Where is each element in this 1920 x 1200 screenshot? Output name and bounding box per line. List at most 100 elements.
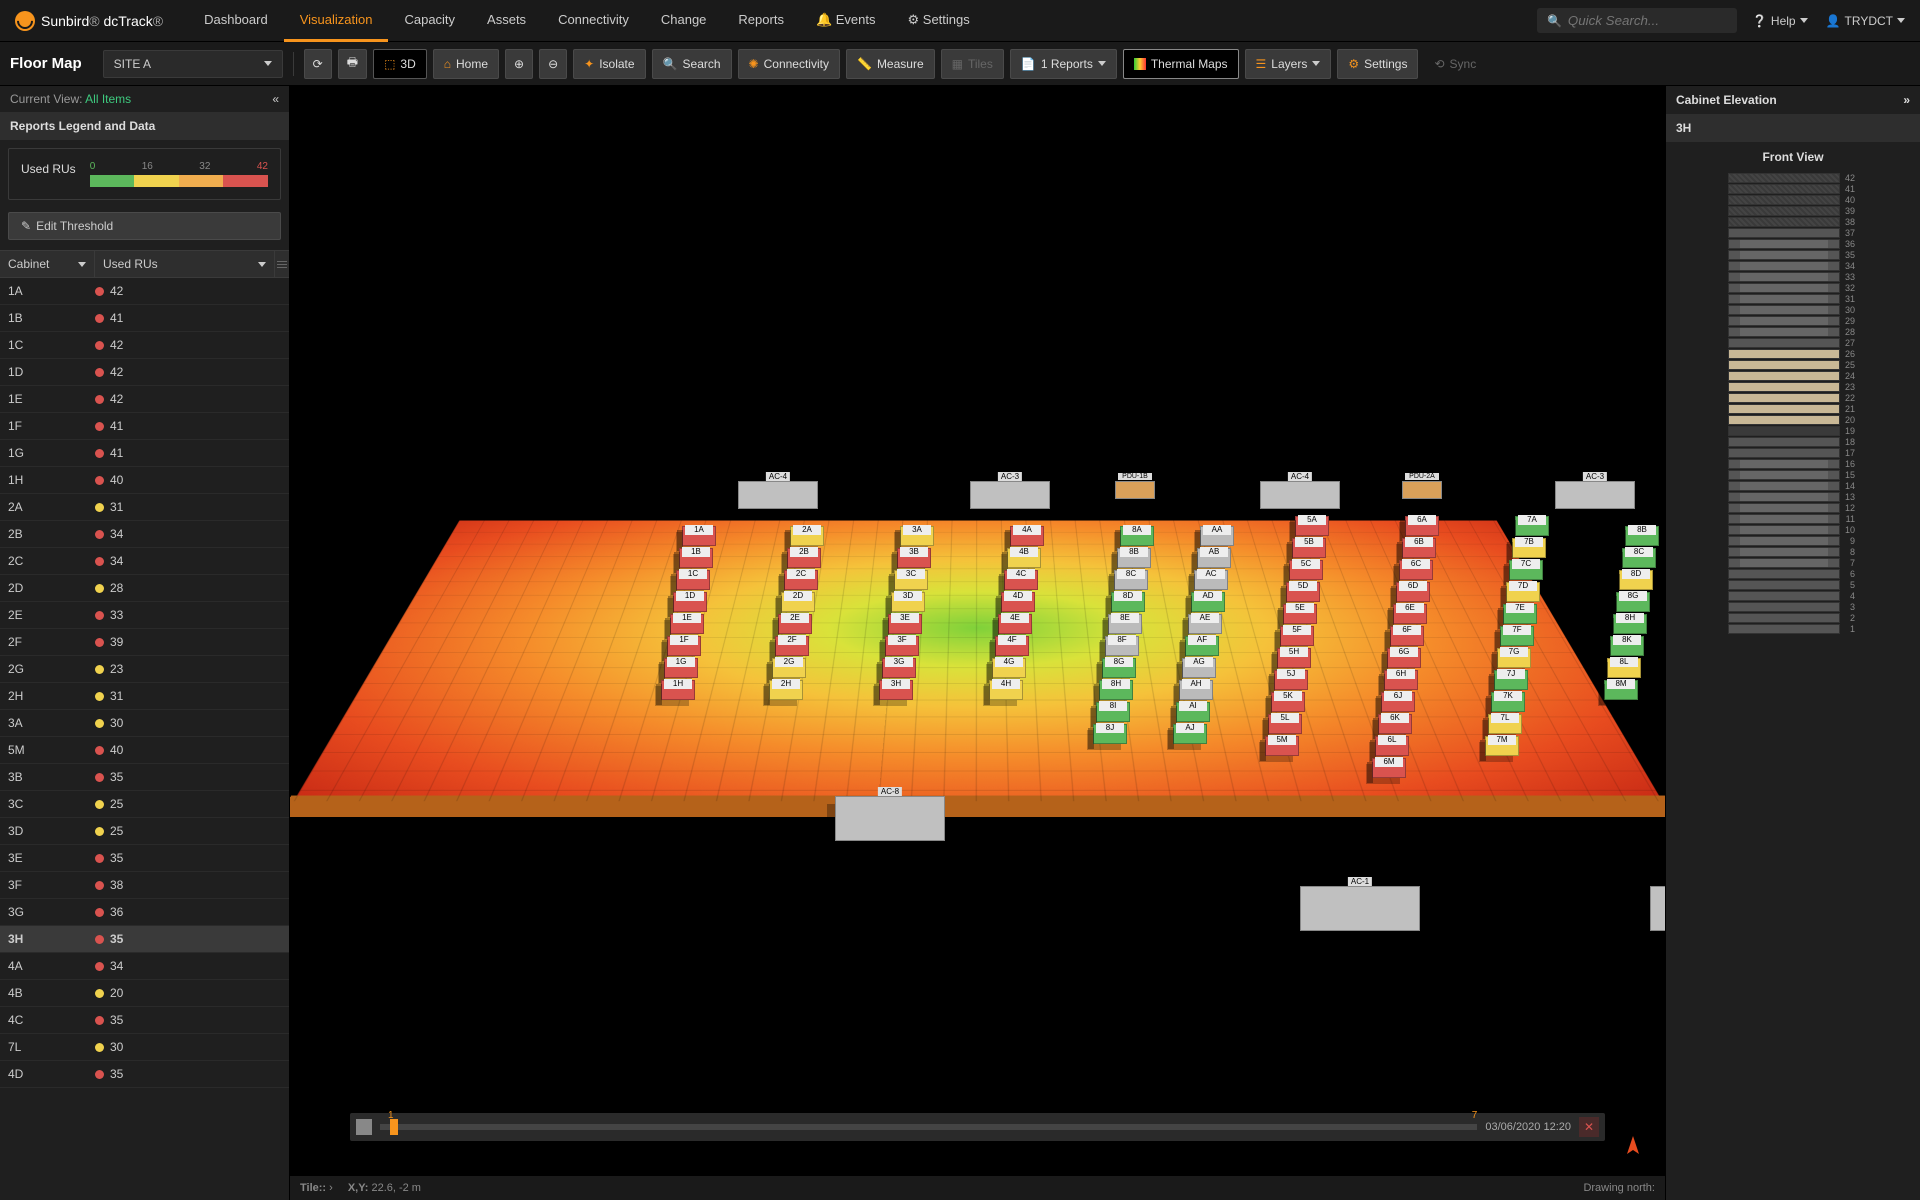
ru-slot[interactable]: 23	[1728, 381, 1858, 392]
table-row[interactable]: 1E42	[0, 386, 289, 413]
cabinet-3d[interactable]: 6C	[1399, 560, 1433, 580]
nav-tab-dashboard[interactable]: Dashboard	[188, 0, 284, 42]
cabinet-3d[interactable]: 8A	[1120, 526, 1154, 546]
cabinet-3d[interactable]: 3C	[894, 570, 928, 590]
cabinet-3d[interactable]: 3E	[888, 614, 922, 634]
cabinet-3d[interactable]: 2B	[787, 548, 821, 568]
ru-slot[interactable]: 34	[1728, 260, 1858, 271]
collapse-left-icon[interactable]: «	[272, 92, 279, 106]
cabinet-3d[interactable]: AA	[1200, 526, 1234, 546]
cabinet-3d[interactable]: 3D	[891, 592, 925, 612]
zoom-in-button[interactable]: ⊕	[505, 49, 533, 79]
cabinet-3d[interactable]: 4H	[989, 680, 1023, 700]
ru-slot[interactable]: 31	[1728, 293, 1858, 304]
table-row[interactable]: 7L30	[0, 1034, 289, 1061]
table-row[interactable]: 2C34	[0, 548, 289, 575]
zoom-out-button[interactable]: ⊖	[539, 49, 567, 79]
cabinet-3d[interactable]: 6A	[1405, 516, 1439, 536]
ru-slot[interactable]: 8	[1728, 546, 1858, 557]
table-row[interactable]: 1A42	[0, 278, 289, 305]
ru-slot[interactable]: 22	[1728, 392, 1858, 403]
nav-tab-settings[interactable]: ⚙ Settings	[892, 0, 986, 42]
cabinet-3d[interactable]: 8L	[1607, 658, 1641, 678]
table-row[interactable]: 2E33	[0, 602, 289, 629]
cabinet-3d[interactable]: 3A	[900, 526, 934, 546]
cabinet-3d[interactable]: 1B	[679, 548, 713, 568]
cabinet-3d[interactable]: 3G	[882, 658, 916, 678]
table-row[interactable]: 2H31	[0, 683, 289, 710]
table-row[interactable]: 3H35	[0, 926, 289, 953]
table-row[interactable]: 4B20	[0, 980, 289, 1007]
cabinet-3d[interactable]: 1G	[664, 658, 698, 678]
ru-slot[interactable]: 29	[1728, 315, 1858, 326]
layers-button[interactable]: ☰Layers	[1245, 49, 1332, 79]
cabinet-3d[interactable]: 8D	[1111, 592, 1145, 612]
cabinet-3d[interactable]: 6J	[1381, 692, 1415, 712]
cabinet-3d[interactable]: 8B	[1625, 526, 1659, 546]
table-row[interactable]: 4D35	[0, 1061, 289, 1088]
ru-slot[interactable]: 21	[1728, 403, 1858, 414]
cabinet-3d[interactable]: 5C	[1289, 560, 1323, 580]
nav-tab-assets[interactable]: Assets	[471, 0, 542, 42]
cabinet-3d[interactable]: 1E	[670, 614, 704, 634]
cabinet-3d[interactable]: 4D	[1001, 592, 1035, 612]
cabinet-3d[interactable]: 7K	[1491, 692, 1525, 712]
nav-tab-connectivity[interactable]: Connectivity	[542, 0, 645, 42]
cabinet-3d[interactable]: 8C	[1114, 570, 1148, 590]
ru-slot[interactable]: 27	[1728, 337, 1858, 348]
help-menu[interactable]: ❔Help	[1752, 14, 1808, 28]
ru-slot[interactable]: 9	[1728, 535, 1858, 546]
ru-slot[interactable]: 32	[1728, 282, 1858, 293]
cabinet-3d[interactable]: 2F	[775, 636, 809, 656]
home-button[interactable]: ⌂Home	[433, 49, 499, 79]
col-cabinet[interactable]: Cabinet	[0, 251, 95, 277]
cabinet-3d[interactable]: AC	[1194, 570, 1228, 590]
refresh-button[interactable]: ⟳	[304, 49, 332, 79]
table-row[interactable]: 2F39	[0, 629, 289, 656]
pdu-unit[interactable]: PDU-2A	[1402, 481, 1442, 499]
timeline-close-button[interactable]: ✕	[1579, 1117, 1599, 1137]
ru-slot[interactable]: 28	[1728, 326, 1858, 337]
cabinet-3d[interactable]: 4F	[995, 636, 1029, 656]
cabinet-3d[interactable]: AF	[1185, 636, 1219, 656]
column-grip[interactable]	[275, 251, 289, 277]
cabinet-3d[interactable]: 6G	[1387, 648, 1421, 668]
cabinet-3d[interactable]: 8M	[1604, 680, 1638, 700]
cabinet-3d[interactable]: 3H	[879, 680, 913, 700]
cabinet-3d[interactable]: 3B	[897, 548, 931, 568]
cabinet-3d[interactable]: 7G	[1497, 648, 1531, 668]
cabinet-3d[interactable]: AG	[1182, 658, 1216, 678]
cabinet-3d[interactable]: 4E	[998, 614, 1032, 634]
cabinet-3d[interactable]: 8K	[1610, 636, 1644, 656]
cabinet-3d[interactable]: 5D	[1286, 582, 1320, 602]
ac-unit[interactable]: AC-1	[1300, 886, 1420, 931]
table-row[interactable]: 1C42	[0, 332, 289, 359]
table-row[interactable]: 3D25	[0, 818, 289, 845]
cabinet-3d[interactable]: 8G	[1616, 592, 1650, 612]
cabinet-3d[interactable]: 2G	[772, 658, 806, 678]
cabinet-3d[interactable]: 5A	[1295, 516, 1329, 536]
cabinet-3d[interactable]: 8I	[1096, 702, 1130, 722]
ru-slot[interactable]: 14	[1728, 480, 1858, 491]
cabinet-3d[interactable]: 7C	[1509, 560, 1543, 580]
cabinet-3d[interactable]: 5J	[1274, 670, 1308, 690]
cabinet-3d[interactable]: 7D	[1506, 582, 1540, 602]
cabinet-3d[interactable]: 8G	[1102, 658, 1136, 678]
cabinet-3d[interactable]: 7B	[1512, 538, 1546, 558]
ru-slot[interactable]: 16	[1728, 458, 1858, 469]
table-row[interactable]: 3B35	[0, 764, 289, 791]
ru-slot[interactable]: 42	[1728, 172, 1858, 183]
nav-tab-capacity[interactable]: Capacity	[388, 0, 471, 42]
cabinet-3d[interactable]: 2D	[781, 592, 815, 612]
cabinet-3d[interactable]: 5H	[1277, 648, 1311, 668]
ru-slot[interactable]: 30	[1728, 304, 1858, 315]
cabinet-3d[interactable]: 1A	[682, 526, 716, 546]
cabinet-3d[interactable]: 2C	[784, 570, 818, 590]
table-row[interactable]: 3G36	[0, 899, 289, 926]
ru-slot[interactable]: 33	[1728, 271, 1858, 282]
ru-slot[interactable]: 19	[1728, 425, 1858, 436]
cabinet-3d[interactable]: 4C	[1004, 570, 1038, 590]
cabinet-3d[interactable]: 2A	[790, 526, 824, 546]
settings-button[interactable]: ⚙Settings	[1337, 49, 1418, 79]
cabinet-3d[interactable]: 6B	[1402, 538, 1436, 558]
